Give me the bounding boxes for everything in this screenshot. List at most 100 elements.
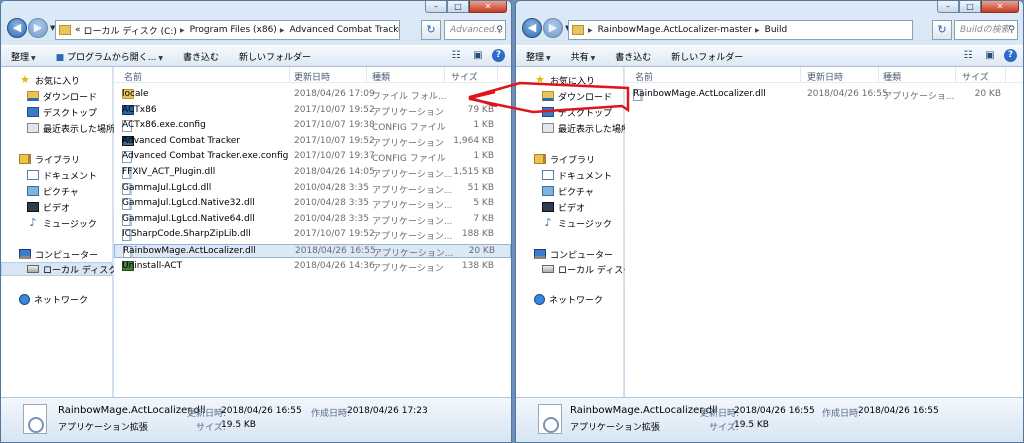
address-bar[interactable]: ▶ RainbowMage.ActLocalizer-master ▶ Buil…	[568, 20, 913, 40]
nav-desktop[interactable]: デスクトップ	[1, 105, 112, 119]
chevron-right-icon[interactable]: ▶	[180, 27, 185, 34]
file-row[interactable]: GammaJul.LgLcd.Native64.dll 2010/04/28 3:…	[114, 213, 511, 227]
file-row[interactable]: GammaJul.LgLcd.dll 2010/04/28 3:35 アプリケーショ…	[114, 182, 511, 196]
file-row[interactable]: Advanced Combat Tracker 2017/10/07 19:52 ア…	[114, 135, 511, 149]
address-overflow[interactable]: «	[75, 25, 81, 35]
maximize-button[interactable]: □	[447, 1, 469, 13]
nav-computer[interactable]: コンピューター	[516, 247, 623, 261]
close-button[interactable]: ✕	[981, 1, 1019, 13]
column-size[interactable]: サイズ	[962, 70, 989, 83]
search-input[interactable]: Buildの検索 ⚲	[954, 20, 1018, 40]
new-folder-button[interactable]: 新しいフォルダー	[671, 50, 743, 63]
minimize-button[interactable]: –	[425, 1, 447, 13]
nav-downloads[interactable]: ダウンロード	[1, 89, 112, 103]
nav-favorites[interactable]: ★ お気に入り	[516, 73, 623, 87]
search-input[interactable]: Advanced... ⚲	[444, 20, 506, 40]
nav-local-disk[interactable]: ローカル ディスク	[1, 262, 117, 276]
forward-button[interactable]: ▶	[543, 18, 563, 38]
file-row[interactable]: ACTx86.exe.config 2017/10/07 19:38 CONFIG …	[114, 119, 511, 133]
chevron-right-icon[interactable]: ▶	[588, 27, 593, 34]
breadcrumb-local-disk[interactable]: ローカル ディスク (C:)	[84, 24, 177, 37]
preview-pane-icon[interactable]: ▣	[982, 49, 998, 63]
view-options-icon[interactable]: ☷	[960, 49, 976, 63]
maximize-button[interactable]: □	[959, 1, 981, 13]
forward-button[interactable]: ▶	[28, 18, 48, 38]
burn-button[interactable]: 書き込む	[183, 50, 219, 63]
file-row[interactable]: Uninstall-ACT 2018/04/26 14:36 アプリケーション 138…	[114, 260, 511, 274]
breadcrumb-actlocalizer-master[interactable]: RainbowMage.ActLocalizer-master	[598, 25, 752, 35]
column-name[interactable]: 名前	[635, 70, 653, 83]
libraries-icon	[19, 154, 31, 164]
nav-network[interactable]: ネットワーク	[1, 292, 112, 306]
open-with-icon: ■	[55, 52, 65, 63]
back-button[interactable]: ◀	[7, 18, 27, 38]
column-name[interactable]: 名前	[124, 70, 142, 83]
help-icon[interactable]: ?	[492, 49, 505, 62]
share-button[interactable]: 共有 ▼	[571, 50, 596, 63]
nav-computer[interactable]: コンピューター	[1, 247, 112, 261]
nav-recent[interactable]: 最近表示した場所	[516, 121, 630, 135]
minimize-button[interactable]: –	[937, 1, 959, 13]
nav-videos[interactable]: ビデオ	[516, 200, 623, 214]
nav-documents[interactable]: ドキュメント	[1, 168, 112, 182]
nav-local-disk[interactable]: ローカル ディスク	[516, 262, 632, 276]
refresh-button[interactable]: ↻	[421, 20, 441, 40]
file-row[interactable]: ICSharpCode.SharpZipLib.dll 2017/10/07 19…	[114, 228, 511, 242]
nav-favorites[interactable]: ★ お気に入り	[1, 73, 112, 87]
open-with-button[interactable]: ■ プログラムから開く... ▼	[56, 50, 163, 63]
address-bar[interactable]: « ローカル ディスク (C:) ▶ Program Files (x86) ▶…	[55, 20, 400, 40]
refresh-button[interactable]: ↻	[932, 20, 952, 40]
nav-libraries[interactable]: ライブラリ	[1, 152, 112, 166]
file-row[interactable]: RainbowMage.ActLocalizer.dll 2018/04/26 1…	[114, 244, 511, 259]
preview-pane-icon[interactable]: ▣	[470, 49, 486, 63]
column-size[interactable]: サイズ	[451, 70, 478, 83]
downloads-icon	[542, 91, 554, 101]
breadcrumb-build[interactable]: Build	[765, 25, 788, 35]
nav-music[interactable]: ♪ ミュージック	[1, 216, 112, 230]
nav-music[interactable]: ♪ ミュージック	[516, 216, 623, 230]
breadcrumb-program-files[interactable]: Program Files (x86)	[190, 25, 277, 35]
file-type: アプリケーション	[372, 107, 444, 118]
star-icon: ★	[535, 73, 545, 86]
file-row[interactable]: locale 2018/04/26 17:09 ファイル フォル...	[114, 88, 511, 102]
breadcrumb-act[interactable]: Advanced Combat Tracker	[289, 25, 399, 35]
nav-pictures[interactable]: ピクチャ	[516, 184, 623, 198]
column-type[interactable]: 種類	[372, 70, 390, 83]
column-type[interactable]: 種類	[883, 70, 901, 83]
new-folder-button[interactable]: 新しいフォルダー	[239, 50, 311, 63]
organize-button[interactable]: 整理 ▼	[11, 50, 36, 63]
file-row[interactable]: RainbowMage.ActLocalizer.dll 2018/04/26 1…	[625, 88, 1023, 102]
back-button[interactable]: ◀	[522, 18, 542, 38]
organize-button[interactable]: 整理 ▼	[526, 50, 551, 63]
burn-button[interactable]: 書き込む	[615, 50, 651, 63]
file-size: 188 KB	[461, 229, 494, 240]
file-row[interactable]: ACTx86 2017/10/07 19:52 アプリケーション 79 KB	[114, 104, 511, 118]
nav-network[interactable]: ネットワーク	[516, 292, 623, 306]
details-created: 2018/04/26 17:23	[347, 406, 428, 416]
help-icon[interactable]: ?	[1004, 49, 1017, 62]
file-name: ACTx86.exe.config	[122, 120, 206, 131]
file-row[interactable]: GammaJul.LgLcd.Native32.dll 2010/04/28 3:…	[114, 197, 511, 211]
title-bar[interactable]: – □ ✕	[1, 1, 511, 15]
file-row[interactable]: FFXIV_ACT_Plugin.dll 2018/04/26 14:05 アプリケ…	[114, 166, 511, 180]
pictures-icon	[542, 186, 554, 196]
file-row[interactable]: Advanced Combat Tracker.exe.config 2017/1…	[114, 150, 511, 164]
chevron-right-icon[interactable]: ▶	[755, 27, 760, 34]
chevron-right-icon[interactable]: ▶	[280, 27, 285, 34]
file-type: アプリケーション...	[372, 216, 453, 227]
nav-videos[interactable]: ビデオ	[1, 200, 112, 214]
nav-recent[interactable]: 最近表示した場所	[1, 121, 115, 135]
nav-pictures[interactable]: ピクチャ	[1, 184, 112, 198]
close-button[interactable]: ✕	[469, 1, 507, 13]
title-bar[interactable]: – □ ✕	[516, 1, 1023, 15]
nav-downloads[interactable]: ダウンロード	[516, 89, 623, 103]
view-options-icon[interactable]: ☷	[448, 49, 464, 63]
nav-desktop[interactable]: デスクトップ	[516, 105, 623, 119]
column-date[interactable]: 更新日時	[294, 70, 330, 83]
file-list: 名前 更新日時 種類 サイズ RainbowMage.ActLocalizer.…	[625, 67, 1023, 397]
folder-icon	[59, 25, 71, 35]
nav-libraries[interactable]: ライブラリ	[516, 152, 623, 166]
file-name: Advanced Combat Tracker.exe.config	[122, 151, 289, 162]
column-date[interactable]: 更新日時	[807, 70, 843, 83]
nav-documents[interactable]: ドキュメント	[516, 168, 623, 182]
